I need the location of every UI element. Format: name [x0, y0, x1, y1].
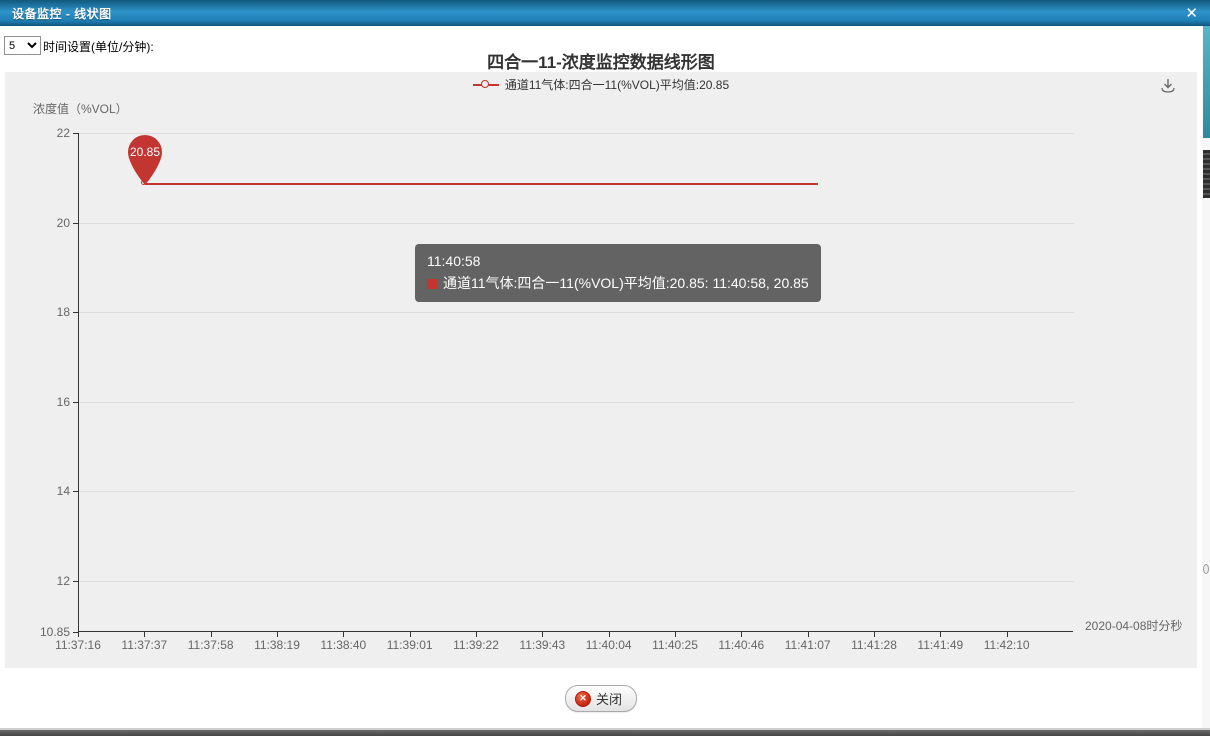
legend-line-icon: [473, 80, 499, 90]
x-tick-label: 11:40:46: [718, 638, 764, 652]
chart-tooltip: 11:40:58 通道11气体:四合一11(%VOL)平均值:20.85: 11…: [415, 244, 821, 302]
x-tick-label: 11:37:58: [188, 638, 234, 652]
gridline: [79, 581, 1074, 582]
dialog-title: 设备监控 - 线状图: [12, 5, 112, 22]
x-tick-label: 11:37:16: [55, 638, 101, 652]
pin-marker: 20.85: [126, 135, 164, 185]
y-tick-mark: [73, 312, 78, 313]
y-tick-label: 10.85: [40, 625, 70, 639]
x-tick-mark: [741, 632, 742, 637]
download-icon[interactable]: [1159, 77, 1177, 95]
x-tick-mark: [211, 632, 212, 637]
x-tick-mark: [78, 632, 79, 637]
close-button-icon: ✕: [575, 691, 591, 707]
x-tick-label: 11:38:19: [254, 638, 300, 652]
x-tick-mark: [476, 632, 477, 637]
x-tick-label: 11:40:25: [652, 638, 698, 652]
close-button-label: 关闭: [596, 689, 622, 708]
x-tick-label: 11:41:07: [785, 638, 831, 652]
y-tick-mark: [73, 402, 78, 403]
x-tick-mark: [940, 632, 941, 637]
gridline: [79, 402, 1074, 403]
chart-panel: 通道11气体:四合一11(%VOL)平均值:20.85 浓度值（%VOL） 20…: [5, 72, 1197, 668]
background-bottom-bar: [0, 730, 1210, 736]
gridline: [79, 223, 1074, 224]
x-tick-mark: [410, 632, 411, 637]
plot-area: 20.85 22201816141210.8511:37:1611:37:371…: [78, 133, 1073, 632]
y-axis-line: [78, 133, 79, 632]
chart-legend[interactable]: 通道11气体:四合一11(%VOL)平均值:20.85: [5, 76, 1197, 93]
background-fragment: [1203, 150, 1210, 198]
close-icon[interactable]: ✕: [1185, 6, 1198, 21]
background-fragment: [1203, 564, 1209, 574]
x-tick-mark: [144, 632, 145, 637]
gridline: [79, 312, 1074, 313]
y-tick-label: 16: [57, 395, 70, 409]
y-tick-label: 12: [57, 574, 70, 588]
x-tick-mark: [1007, 632, 1008, 637]
pin-label: 20.85: [130, 145, 160, 159]
close-button[interactable]: ✕ 关闭: [565, 685, 637, 712]
gridline: [79, 133, 1074, 134]
x-tick-label: 11:39:22: [453, 638, 499, 652]
y-tick-label: 22: [57, 126, 70, 140]
x-tick-mark: [609, 632, 610, 637]
x-tick-mark: [343, 632, 344, 637]
x-tick-label: 11:42:10: [984, 638, 1030, 652]
gridline: [79, 491, 1074, 492]
legend-label: 通道11气体:四合一11(%VOL)平均值:20.85: [505, 76, 729, 93]
dialog-body: 5 时间设置(单位/分钟): 四合一11-浓度监控数据线形图 通道11气体:四合…: [0, 26, 1202, 729]
y-tick-mark: [73, 223, 78, 224]
x-tick-mark: [675, 632, 676, 637]
y-tick-label: 18: [57, 305, 70, 319]
y-tick-label: 14: [57, 484, 70, 498]
x-tick-label: 11:41:49: [917, 638, 963, 652]
x-tick-label: 11:38:40: [320, 638, 366, 652]
y-tick-label: 20: [57, 216, 70, 230]
y-tick-mark: [73, 133, 78, 134]
x-tick-mark: [542, 632, 543, 637]
x-tick-label: 11:40:04: [586, 638, 632, 652]
chart-title: 四合一11-浓度监控数据线形图: [0, 48, 1202, 73]
series-line: [145, 183, 818, 185]
x-axis-name: 2020-04-08时分秒: [1085, 617, 1182, 634]
y-tick-mark: [73, 581, 78, 582]
dialog-titlebar: 设备监控 - 线状图 ✕: [0, 0, 1210, 26]
background-fragment: [1203, 26, 1210, 138]
x-tick-label: 11:39:01: [387, 638, 433, 652]
x-tick-label: 11:39:43: [519, 638, 565, 652]
y-tick-mark: [73, 491, 78, 492]
tooltip-time: 11:40:58: [427, 251, 809, 273]
x-axis-line: [78, 631, 1073, 632]
dialog-footer: ✕ 关闭: [0, 668, 1202, 729]
x-tick-mark: [808, 632, 809, 637]
y-axis-name: 浓度值（%VOL）: [33, 100, 128, 117]
x-tick-label: 11:37:37: [121, 638, 167, 652]
tooltip-entry: 通道11气体:四合一11(%VOL)平均值:20.85: 11:40:58, 2…: [443, 273, 809, 295]
x-tick-mark: [277, 632, 278, 637]
x-tick-label: 11:41:28: [851, 638, 897, 652]
background-page-strip: [1202, 26, 1210, 729]
x-tick-mark: [874, 632, 875, 637]
tooltip-series-swatch: [427, 279, 437, 289]
screen: 设备监控 - 线状图 ✕ 5 时间设置(单位/分钟): 四合一11-浓度监控数据…: [0, 0, 1210, 736]
